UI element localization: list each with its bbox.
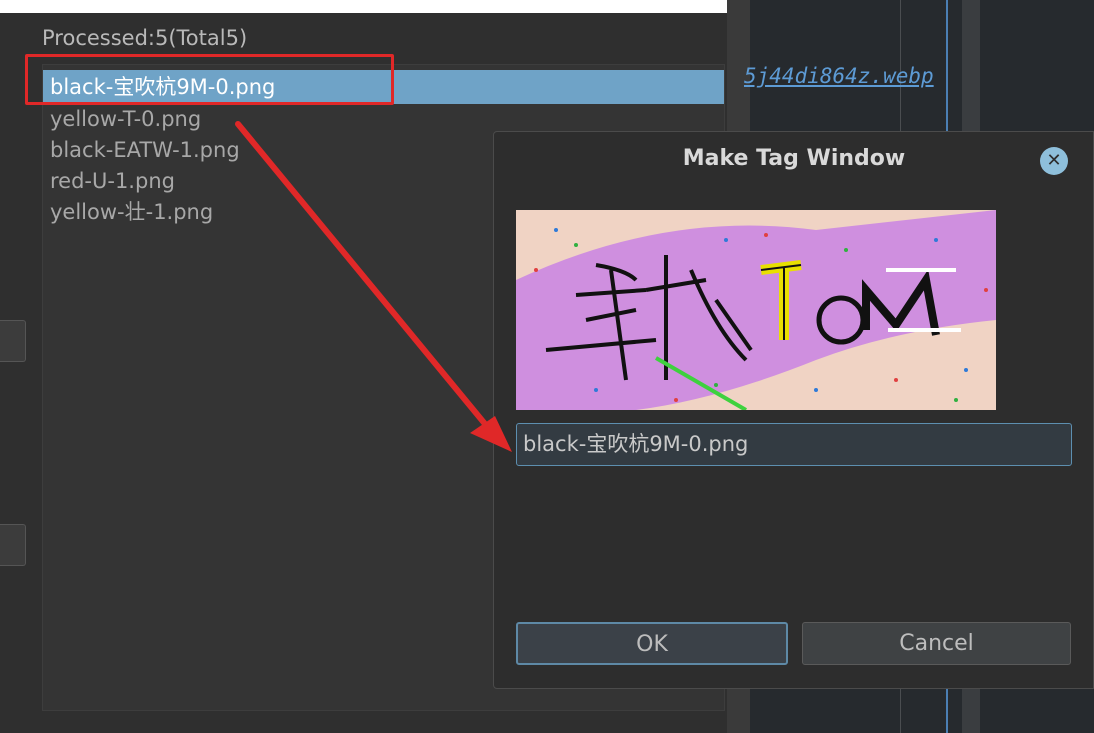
top-white-bar: [0, 0, 727, 13]
annotation-highlight-box: [25, 54, 394, 105]
tag-input[interactable]: black-宝吹杭9M-0.png: [516, 423, 1072, 466]
side-button-1[interactable]: [0, 320, 26, 362]
cancel-button[interactable]: Cancel: [802, 622, 1071, 665]
close-icon[interactable]: ✕: [1040, 147, 1068, 175]
dialog-title: Make Tag Window: [682, 146, 906, 171]
captcha-image: [516, 210, 996, 410]
make-tag-dialog: Make Tag Window ✕ black-宝吹杭9M-0.png OK C…: [493, 131, 1094, 689]
side-button-2[interactable]: [0, 524, 26, 566]
processed-count-label: Processed:5(Total5): [42, 26, 248, 50]
background-file-link[interactable]: 5j44di864z.webp: [744, 64, 934, 88]
ok-button[interactable]: OK: [516, 622, 788, 665]
